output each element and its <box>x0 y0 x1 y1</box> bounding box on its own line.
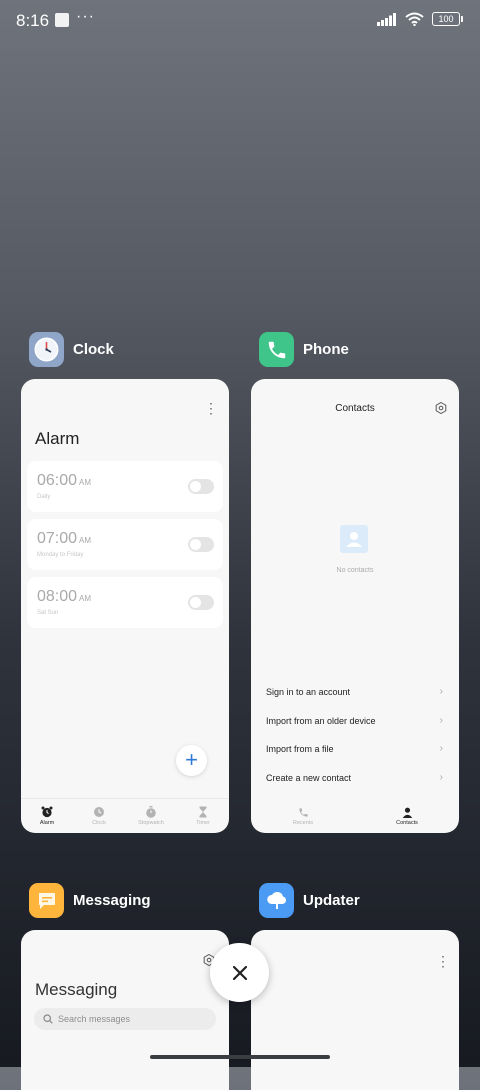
tab-label: Alarm <box>39 820 55 826</box>
tab-alarm[interactable]: Alarm <box>21 799 73 833</box>
close-icon <box>232 965 247 980</box>
stopwatch-icon <box>146 806 156 818</box>
battery-icon: 100 <box>432 12 463 26</box>
option-label: Sign in to an account <box>266 686 351 697</box>
tab-label: Contacts <box>396 819 418 826</box>
clock-app-card[interactable]: ⋮ Alarm 06:00 AM Daily 07:00 AM Monday to … <box>21 379 229 833</box>
chevron-right-icon: › <box>439 686 443 697</box>
alarm-title: Alarm <box>35 429 80 448</box>
alarm-repeat: Monday to Friday <box>37 552 84 558</box>
more-options-icon[interactable]: ⋮ <box>436 954 450 968</box>
messaging-title: Messaging <box>35 980 118 999</box>
no-contacts-illustration <box>340 525 368 553</box>
phone-icon <box>298 807 308 817</box>
tab-label: Recents <box>292 819 314 826</box>
search-messages-input[interactable]: Search messages <box>34 1008 216 1030</box>
alarm-repeat: Daily <box>37 494 51 500</box>
tab-contacts[interactable]: Contacts <box>355 799 459 833</box>
sign-in-account-option[interactable]: Sign in to an account › <box>266 686 443 697</box>
alarm-time: 07:00 <box>37 530 78 547</box>
alarm-item[interactable]: 07:00 AM Monday to Friday <box>27 519 223 570</box>
clock-tab-bar: Alarm Clock Stopwatch Timer <box>21 798 229 833</box>
tab-recents[interactable]: Recents <box>251 799 355 833</box>
alarm-icon <box>41 806 53 818</box>
messaging-app-card[interactable]: Messaging Search messages <box>21 930 229 1090</box>
person-placeholder-icon <box>346 532 362 547</box>
import-older-device-option[interactable]: Import from an older device › <box>266 715 443 726</box>
alarm-toggle[interactable] <box>188 479 214 494</box>
more-options-icon[interactable]: ⋮ <box>204 401 218 415</box>
tab-stopwatch[interactable]: Stopwatch <box>125 799 177 833</box>
create-contact-option[interactable]: Create a new contact › <box>266 772 443 783</box>
settings-icon[interactable] <box>435 402 447 414</box>
no-contacts-text: No contacts <box>336 567 374 574</box>
alarm-toggle[interactable] <box>188 595 214 610</box>
alarm-time: 06:00 <box>37 472 78 489</box>
home-indicator[interactable] <box>150 1055 330 1059</box>
alarm-ampm: AM <box>79 478 92 487</box>
person-icon <box>402 807 412 818</box>
alarm-repeat: Sat Sun <box>37 610 59 616</box>
timer-icon <box>199 806 207 818</box>
clock-app-header[interactable]: Clock <box>29 332 114 367</box>
updater-app-name: Updater <box>303 892 360 909</box>
updater-app-header[interactable]: Updater <box>259 883 360 918</box>
signal-icon <box>377 12 396 26</box>
option-label: Create a new contact <box>266 772 352 783</box>
tab-label: Clock <box>92 820 106 826</box>
alarm-ampm: AM <box>79 536 92 545</box>
phone-tab-bar: Recents Contacts <box>251 799 459 833</box>
clock-app-name: Clock <box>73 341 114 358</box>
tab-label: Stopwatch <box>138 820 164 826</box>
alarm-toggle[interactable] <box>188 537 214 552</box>
clock-app-icon <box>29 332 64 367</box>
more-notifications-icon: ··· <box>76 8 95 25</box>
option-label: Import from a file <box>266 743 334 754</box>
phone-app-name: Phone <box>303 341 349 358</box>
updater-app-icon <box>259 883 294 918</box>
tab-timer[interactable]: Timer <box>177 799 229 833</box>
notification-icon <box>55 13 69 27</box>
import-file-option[interactable]: Import from a file › <box>266 743 443 754</box>
phone-app-icon <box>259 332 294 367</box>
messaging-app-icon <box>29 883 64 918</box>
option-label: Import from an older device <box>266 715 376 726</box>
tab-clock[interactable]: Clock <box>73 799 125 833</box>
alarm-time: 08:00 <box>37 588 78 605</box>
messaging-app-name: Messaging <box>73 892 151 909</box>
status-icons: 100 <box>377 12 463 26</box>
phone-app-card[interactable]: Contacts No contacts Sign in to an accou… <box>251 379 459 833</box>
chevron-right-icon: › <box>439 715 443 726</box>
close-all-button[interactable] <box>210 943 269 1002</box>
clock-icon <box>94 807 104 817</box>
messaging-app-header[interactable]: Messaging <box>29 883 151 918</box>
alarm-ampm: AM <box>79 594 92 603</box>
alarm-item[interactable]: 08:00 AM Sat Sun <box>27 577 223 628</box>
contacts-title: Contacts <box>335 403 375 414</box>
add-alarm-button[interactable]: + <box>176 745 207 776</box>
alarm-item[interactable]: 06:00 AM Daily <box>27 461 223 512</box>
search-icon <box>43 1014 53 1024</box>
tab-label: Timer <box>196 820 210 826</box>
updater-app-card[interactable]: ⋮ <box>251 930 459 1090</box>
chevron-right-icon: › <box>439 743 443 754</box>
chevron-right-icon: › <box>439 772 443 783</box>
status-time: 8:16 <box>16 11 50 30</box>
search-placeholder: Search messages <box>58 1014 131 1024</box>
phone-app-header[interactable]: Phone <box>259 332 349 367</box>
wifi-icon <box>405 12 424 26</box>
